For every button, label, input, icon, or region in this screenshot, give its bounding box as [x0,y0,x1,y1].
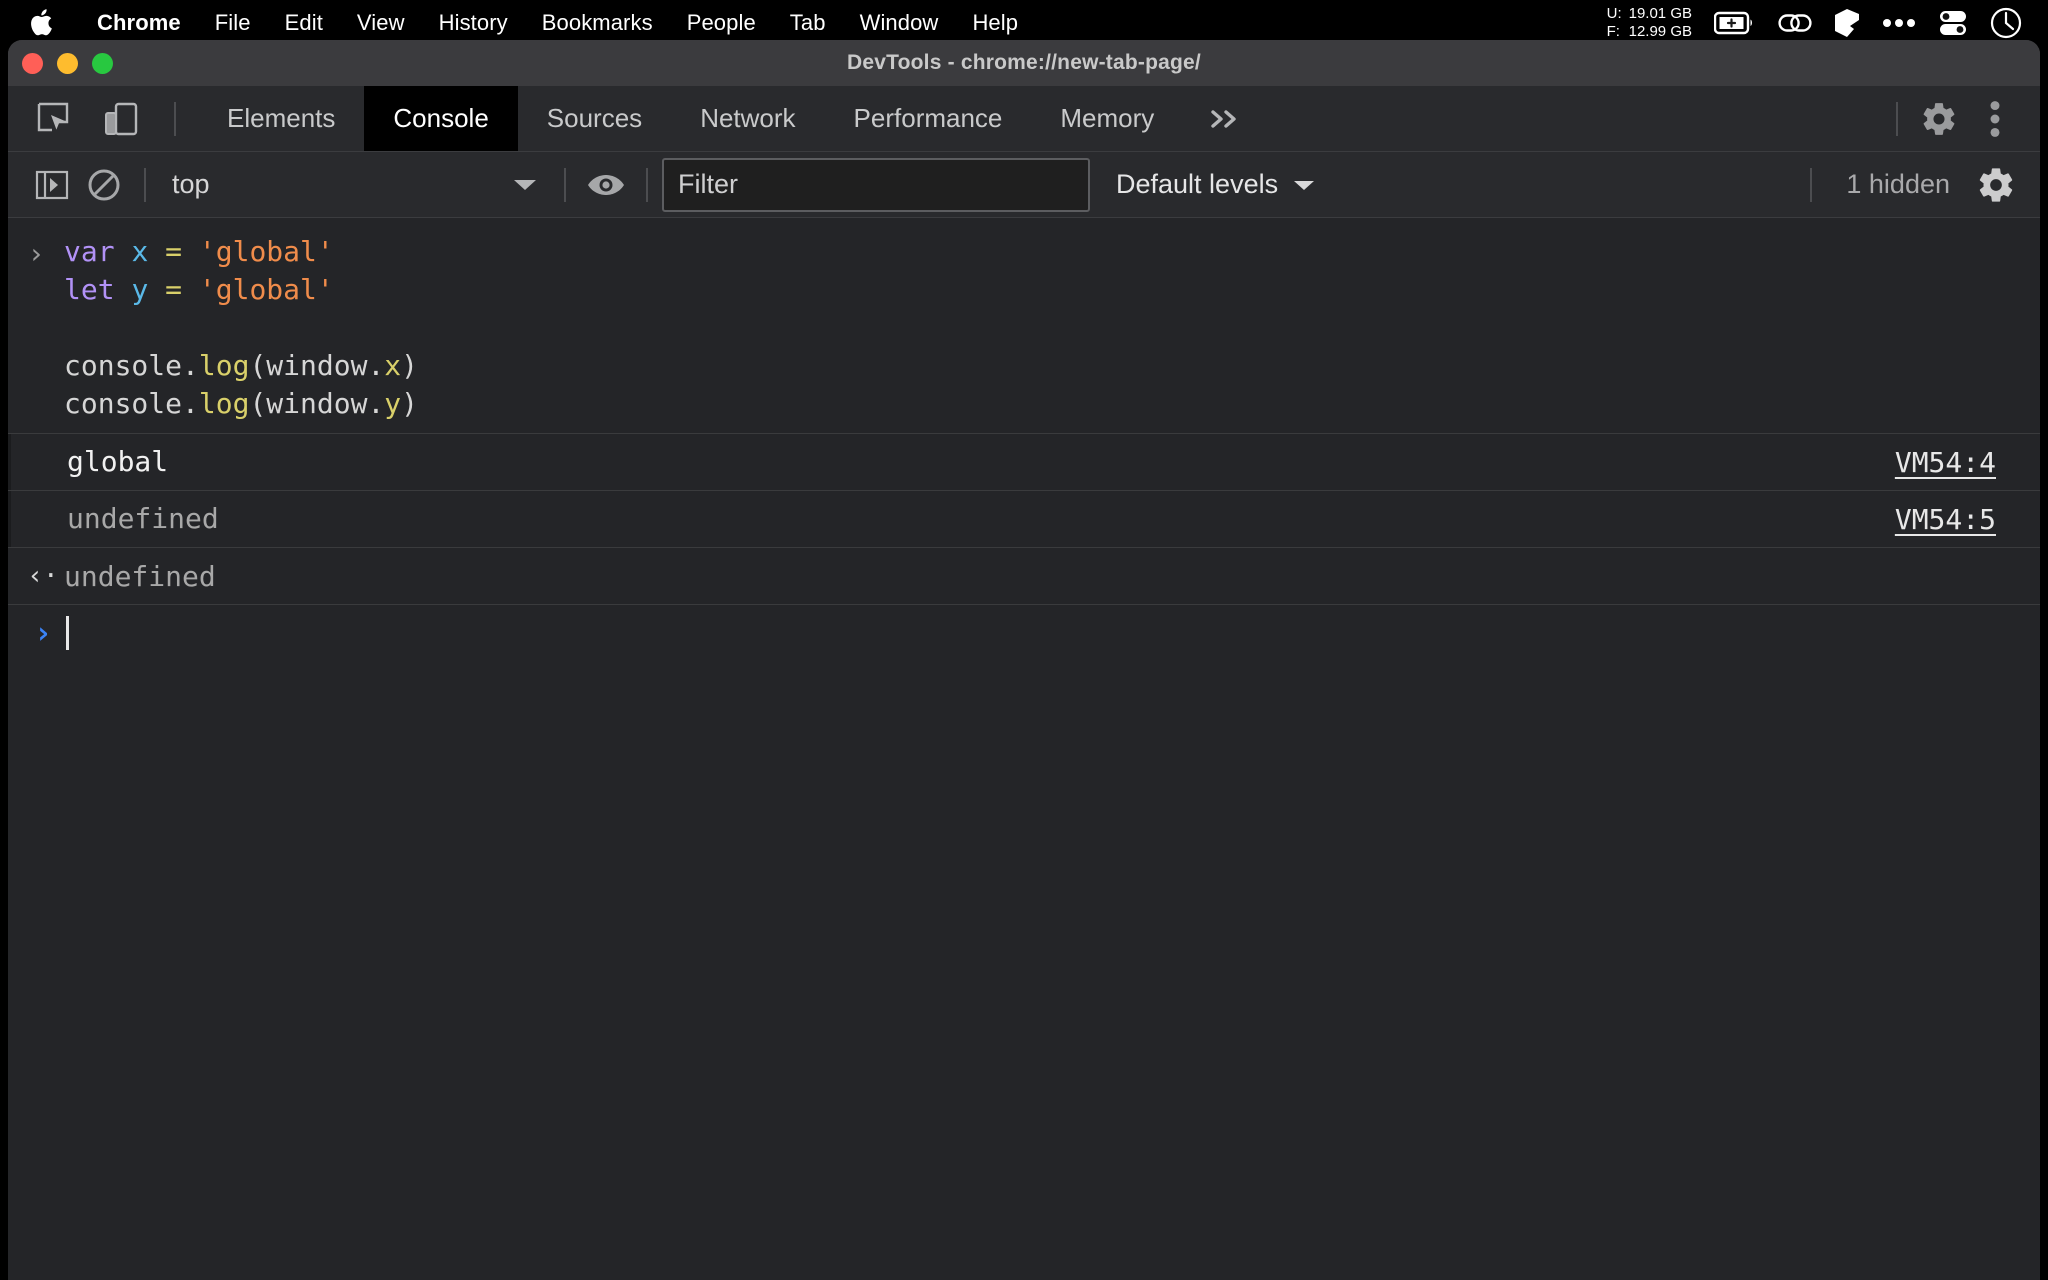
code-line-4: console.log(window.x) [64,347,2040,385]
chevron-double-right-icon[interactable] [1183,86,1269,151]
console-input-code: var x = 'global' let y = 'global' consol… [64,233,2040,423]
memory-used-value: 19.01 GB [1629,5,1692,23]
console-prompt-row[interactable]: › [8,605,2040,661]
log-level-label: Default levels [1116,169,1278,200]
console-toolbar-divider-1 [144,168,146,202]
menu-item-people[interactable]: People [670,10,773,36]
tab-sources[interactable]: Sources [518,86,671,151]
tab-memory[interactable]: Memory [1031,86,1183,151]
devtools-tab-bar-right-icons [1888,86,2040,151]
minimize-button[interactable] [57,53,78,74]
memory-free-label: F: [1607,23,1621,41]
inspect-element-icon[interactable] [30,96,76,142]
device-toolbar-icon[interactable] [98,96,144,142]
control-center-icon[interactable] [1938,9,1968,37]
memory-used-label: U: [1607,5,1621,23]
menu-item-view[interactable]: View [340,10,422,36]
menu-item-window[interactable]: Window [843,10,956,36]
menu-item-file[interactable]: File [198,10,268,36]
chevron-down-icon [512,169,538,200]
menu-item-help[interactable]: Help [955,10,1035,36]
execution-context-value: top [172,169,210,200]
memory-status[interactable]: U: 19.01 GB F: 12.99 GB [1607,5,1692,41]
console-filter-placeholder: Filter [678,169,738,200]
menu-item-edit[interactable]: Edit [268,10,340,36]
menu-item-tab[interactable]: Tab [773,10,843,36]
toolbar-divider-right [1896,102,1898,136]
code-line-3 [64,309,2040,347]
devtools-tab-bar-left-icons [8,86,198,151]
cube-icon[interactable] [1834,9,1860,37]
input-prompt-glyph: › [8,233,64,423]
console-input-entry: › var x = 'global' let y = 'global' cons… [8,219,2040,433]
toolbar-divider [174,102,176,136]
devtools-tab-bar: Elements Console Sources Network Perform… [8,86,2040,152]
console-message-list[interactable]: › var x = 'global' let y = 'global' cons… [8,219,2040,1280]
window-controls [22,40,113,86]
menu-item-bookmarks[interactable]: Bookmarks [525,10,670,36]
code-line-1: var x = 'global' [64,233,2040,271]
menu-item-history[interactable]: History [422,10,525,36]
execution-context-selector[interactable]: top [160,163,550,207]
console-message-row[interactable]: undefined VM54:5 [8,491,2040,547]
clear-console-icon[interactable] [78,159,130,211]
close-button[interactable] [22,53,43,74]
chevron-down-icon [1292,169,1316,200]
tab-elements[interactable]: Elements [198,86,364,151]
console-toolbar: top Filter Default le [8,152,2040,218]
console-toolbar-divider-4 [1810,168,1812,202]
gear-icon[interactable] [1970,159,2022,211]
devtools-tabs: Elements Console Sources Network Perform… [198,86,1269,151]
devtools-panel: Elements Console Sources Network Perform… [8,86,2040,1280]
console-filter-input[interactable]: Filter [662,158,1090,212]
tab-console[interactable]: Console [364,86,517,151]
log-level-selector[interactable]: Default levels [1116,169,1316,200]
clock-icon[interactable] [1990,7,2022,39]
console-message-row[interactable]: global VM54:4 [8,434,2040,490]
hidden-messages-count[interactable]: 1 hidden [1826,169,1970,200]
menu-item-chrome[interactable]: Chrome [80,10,198,36]
eye-icon[interactable] [580,159,632,211]
message-source-link[interactable]: VM54:5 [1895,503,1996,536]
return-value-text: undefined [64,560,216,593]
kebab-menu-icon[interactable] [1972,96,2018,142]
window-title-bar[interactable]: DevTools - chrome://new-tab-page/ [8,40,2040,86]
message-source-link[interactable]: VM54:4 [1895,446,1996,479]
text-cursor [66,616,69,650]
message-text: undefined [67,503,219,535]
show-console-sidebar-icon[interactable] [26,159,78,211]
memory-free-value: 12.99 GB [1629,23,1692,41]
message-text: global [67,446,168,478]
gear-icon[interactable] [1916,96,1962,142]
console-return-value-row: ‹· undefined [8,548,2040,604]
tab-performance[interactable]: Performance [825,86,1032,151]
return-arrow-icon: ‹· [22,561,64,591]
console-toolbar-right: 1 hidden [1796,159,2022,211]
console-toolbar-divider-3 [646,168,648,202]
prompt-arrow-icon: › [22,616,64,651]
window-title: DevTools - chrome://new-tab-page/ [847,51,1201,75]
apple-logo-icon[interactable] [28,8,54,38]
code-line-5: console.log(window.y) [64,385,2040,423]
battery-charging-icon[interactable] [1714,11,1756,35]
tab-network[interactable]: Network [671,86,824,151]
maximize-button[interactable] [92,53,113,74]
devtools-window: DevTools - chrome://new-tab-page/ [8,40,2040,1280]
code-line-2: let y = 'global' [64,271,2040,309]
link-chain-icon[interactable] [1778,11,1812,35]
console-toolbar-divider-2 [564,168,566,202]
ellipsis-icon[interactable] [1882,18,1916,28]
